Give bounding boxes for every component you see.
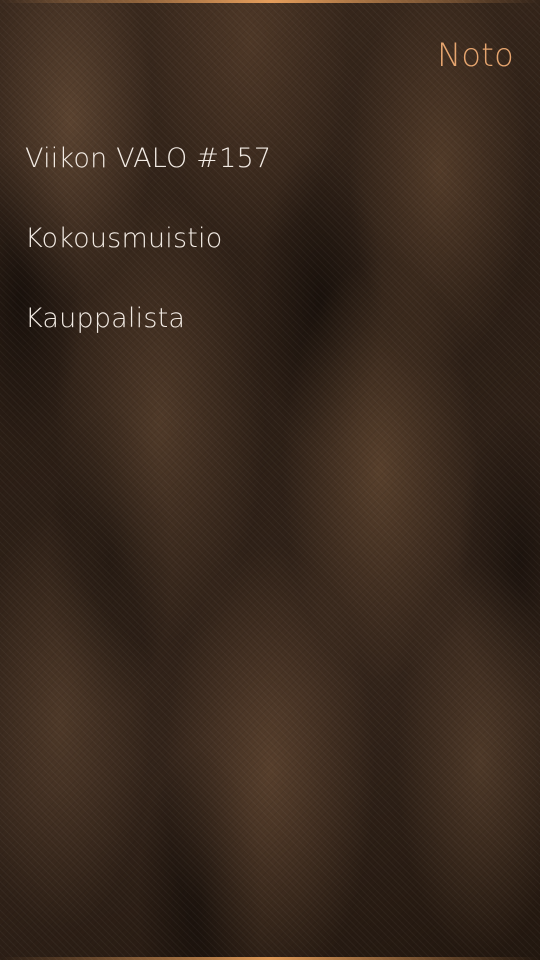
page-title: Noto (437, 36, 514, 74)
note-list: Viikon VALO #157 Kokousmuistio Kauppalis… (0, 118, 540, 358)
list-item-note-1[interactable]: Viikon VALO #157 (0, 118, 540, 198)
note-title: Kokousmuistio (25, 222, 223, 254)
list-item-note-2[interactable]: Kokousmuistio (0, 198, 540, 278)
note-title: Kauppalista (25, 302, 186, 334)
note-title: Viikon VALO #157 (25, 142, 272, 174)
top-edge-glow (0, 0, 540, 3)
list-item-note-3[interactable]: Kauppalista (0, 278, 540, 358)
app-screen: Noto Viikon VALO #157 Kokousmuistio Kaup… (0, 0, 540, 960)
